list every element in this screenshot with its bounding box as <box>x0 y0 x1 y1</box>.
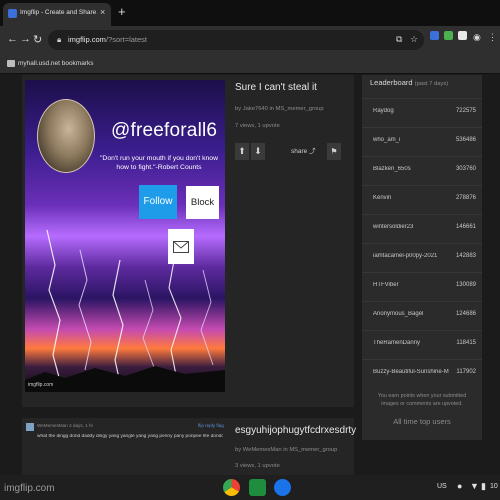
lock-icon: 🔒︎ <box>57 35 62 44</box>
meme-image[interactable]: @freeforall6 "Don't run your mouth if yo… <box>25 80 225 392</box>
leaderboard-user[interactable]: Anonymous_Bagel <box>373 311 449 317</box>
comment-actions[interactable]: flip reply flag <box>198 423 224 428</box>
tab-imgflip[interactable]: Imgflip - Create and Share Awesome Image… <box>3 3 111 26</box>
new-tab-button[interactable]: + <box>118 4 126 19</box>
post-title[interactable]: esgyuhijophugytfcdrxesdrty <box>235 425 356 436</box>
favicon-icon <box>8 9 17 18</box>
page-content: @freeforall6 "Don't run your mouth if yo… <box>0 75 500 475</box>
post-meta[interactable]: by Jake7640 in MS_memer_group <box>235 106 324 112</box>
folder-icon <box>7 60 15 67</box>
leaderboard-user[interactable]: Buzzy-Beautiful-Sunshine-Magic <box>373 369 449 375</box>
bookmark-star-icon[interactable]: ☆ <box>410 34 418 45</box>
left-gutter <box>0 75 18 475</box>
browser-toolbar: ← → ↻ 🔒︎ imgflip.com/?sort=latest ⧉ ☆ <box>0 26 500 54</box>
leaderboard-points: 130089 <box>455 282 476 288</box>
meme-quote: "Don't run your mouth if you don't know … <box>100 155 218 171</box>
leaderboard-points: 142883 <box>455 253 476 259</box>
post-meta[interactable]: by WeMemesMan in MS_memer_group <box>235 447 337 453</box>
address-bar[interactable]: 🔒︎ imgflip.com/?sort=latest ⧉ ☆ <box>48 30 424 50</box>
post-title[interactable]: Sure I can't steal it <box>235 82 317 93</box>
leaderboard-user[interactable]: who_am_i <box>373 137 449 143</box>
downvote-button[interactable]: ⬇ <box>251 143 265 160</box>
bookmark-folder[interactable]: myhall.usd.net bookmarks <box>18 60 94 67</box>
url-text: imgflip.com/?sort=latest <box>68 35 147 44</box>
leaderboard: Leaderboard (past 7 days) Raydog 722575 wh… <box>362 75 482 440</box>
battery-icon[interactable]: ▮ <box>481 481 486 492</box>
leaderboard-row[interactable]: Kenvin 278876 <box>362 185 482 211</box>
block-button: Block <box>186 186 219 219</box>
leaderboard-user[interactable]: wintersoldier23 <box>373 224 449 230</box>
leaderboard-header: Leaderboard (past 7 days) <box>370 78 448 87</box>
leaderboard-row[interactable]: wintersoldier23 146661 <box>362 214 482 240</box>
screen: Imgflip - Create and Share Awesome Image… <box>0 0 500 500</box>
comment-text: what the dingg dond daddy dingy yang yan… <box>37 434 223 439</box>
share-icon: ⤴ <box>309 148 316 155</box>
leaderboard-user[interactable]: Raydog <box>373 108 449 114</box>
taskbar: imgflip.com US ● ▼ ▮ 10 <box>0 475 500 500</box>
url-path: /?sort=latest <box>105 35 148 44</box>
leaderboard-points: 146661 <box>455 224 476 230</box>
clock[interactable]: 10 <box>490 483 498 490</box>
menu-icon[interactable]: ⋮ <box>488 32 497 43</box>
comment-avatar <box>26 423 34 431</box>
all-time-link[interactable]: All time top users <box>362 417 482 426</box>
extension-grid-icon[interactable] <box>458 31 467 40</box>
account-icon[interactable]: ◉ <box>473 32 481 43</box>
classroom-icon[interactable] <box>249 479 266 496</box>
leaderboard-row[interactable]: Raydog 722575 <box>362 98 482 124</box>
avatar <box>37 99 95 173</box>
leaderboard-points: 118415 <box>456 340 476 346</box>
flag-button[interactable]: ⚑ <box>327 143 341 160</box>
leaderboard-row[interactable]: HTFViber 130089 <box>362 272 482 298</box>
post-stats: 7 views, 1 upvote <box>235 123 280 129</box>
wifi-icon[interactable]: ▼ <box>470 481 479 491</box>
leaderboard-points: 278876 <box>455 195 476 201</box>
leaderboard-row[interactable]: Buzzy-Beautiful-Sunshine-Magic 117902 <box>362 359 482 385</box>
mail-icon <box>168 229 194 264</box>
leaderboard-row[interactable]: Anonymous_Bagel 124686 <box>362 301 482 327</box>
meet-icon[interactable] <box>274 479 291 496</box>
leaderboard-points: 536486 <box>455 137 476 143</box>
leaderboard-user[interactable]: HTFViber <box>373 282 449 288</box>
meme-handle: @freeforall6 <box>111 120 218 141</box>
close-tab-icon[interactable]: × <box>100 7 105 17</box>
leaderboard-points: 117902 <box>456 369 476 375</box>
open-in-app-icon[interactable]: ⧉ <box>396 34 402 45</box>
comment-preview: WeMemesMan 2 days, 1 hr flip reply flag … <box>26 422 225 446</box>
leaderboard-points: 722575 <box>455 108 476 114</box>
leaderboard-row[interactable]: Blazken_650s 303760 <box>362 156 482 182</box>
leaderboard-row[interactable]: iamtacamel-p00py-2021 142883 <box>362 243 482 269</box>
reload-button[interactable]: ↻ <box>33 33 42 46</box>
leaderboard-title: Leaderboard <box>370 78 413 87</box>
leaderboard-note: You earn points when your submitted imag… <box>377 393 467 407</box>
follow-button: Follow <box>139 185 177 219</box>
comment-user[interactable]: WeMemesMan 2 days, 1 hr <box>37 423 93 428</box>
share-button[interactable]: share ⤴ <box>291 143 325 160</box>
locale-indicator[interactable]: US <box>437 483 447 490</box>
extension-shield-icon[interactable] <box>430 31 439 40</box>
url-host: imgflip.com <box>68 35 106 44</box>
back-button[interactable]: ← <box>7 33 18 45</box>
leaderboard-points: 303760 <box>455 166 476 172</box>
leaderboard-period: (past 7 days) <box>414 81 449 87</box>
bookmarks-bar: myhall.usd.net bookmarks <box>0 54 500 74</box>
watermark: imgflip.com <box>28 382 54 388</box>
extension-leaf-icon[interactable] <box>444 31 453 40</box>
leaderboard-points: 124686 <box>455 311 476 317</box>
leaderboard-row[interactable]: who_am_i 536486 <box>362 127 482 153</box>
forward-button[interactable]: → <box>20 33 31 45</box>
brand-watermark: imgflip.com <box>4 483 55 494</box>
leaderboard-user[interactable]: TheRamenDanny <box>373 340 449 346</box>
leaderboard-user[interactable]: iamtacamel-p00py-2021 <box>373 253 449 259</box>
tab-strip: Imgflip - Create and Share Awesome Image… <box>0 0 500 26</box>
upvote-button[interactable]: ⬆ <box>235 143 249 160</box>
leaderboard-user[interactable]: Kenvin <box>373 195 449 201</box>
post-stats: 3 views, 1 upvote <box>235 463 280 469</box>
tab-title: Imgflip - Create and Share Awesome Image… <box>20 9 98 16</box>
chrome-icon[interactable] <box>223 479 240 496</box>
notification-icon[interactable]: ● <box>457 481 462 491</box>
leaderboard-user[interactable]: Blazken_650s <box>373 166 449 172</box>
share-label: share <box>291 148 308 155</box>
leaderboard-row[interactable]: TheRamenDanny 118415 <box>362 330 482 356</box>
